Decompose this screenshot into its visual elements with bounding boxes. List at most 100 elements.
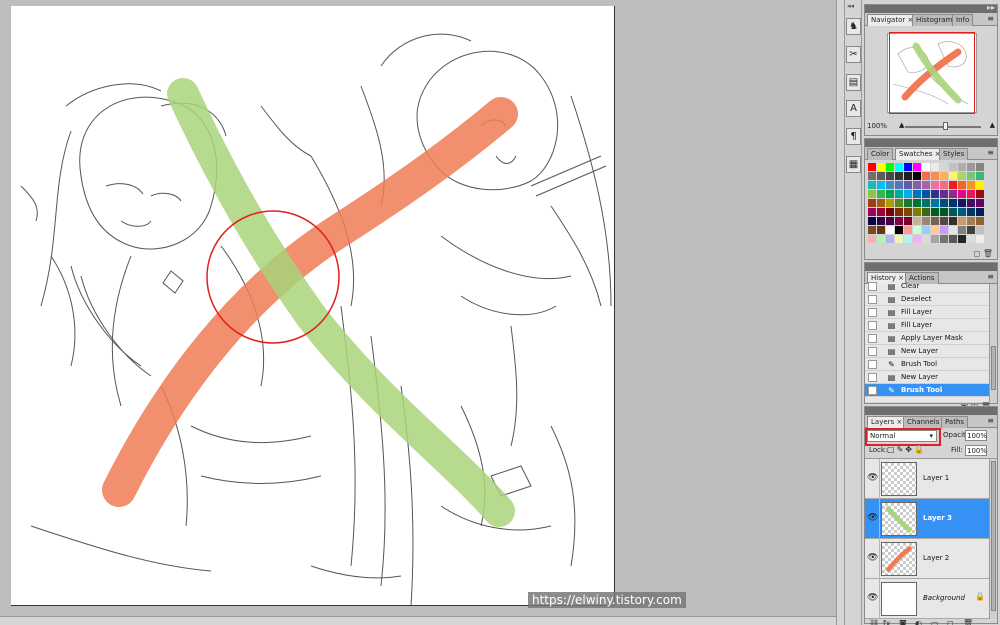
color-swatch[interactable] [895,163,904,172]
color-swatch[interactable] [904,190,913,199]
tools-icon[interactable]: ✂ [846,46,861,63]
color-swatch[interactable] [940,199,949,208]
history-source-checkbox[interactable] [868,386,877,395]
color-swatch[interactable] [868,235,877,244]
tab-color[interactable]: Color [867,148,894,160]
color-swatch[interactable] [922,172,931,181]
color-swatch[interactable] [949,190,958,199]
color-swatch[interactable] [868,217,877,226]
color-swatch[interactable] [913,172,922,181]
lock-pixels-icon[interactable]: ✎ [897,445,906,454]
color-swatch[interactable] [967,172,976,181]
color-swatch[interactable] [895,181,904,190]
history-source-checkbox[interactable] [868,360,877,369]
color-swatch[interactable] [940,235,949,244]
history-item[interactable]: ▤ Deselect [865,293,991,306]
color-swatch[interactable] [877,208,886,217]
expand-icon[interactable]: ▸▸ [987,3,995,12]
layer-row[interactable]: 👁 Background 🔒 [865,579,991,619]
lock-all-icon[interactable]: 🔒 [914,445,926,454]
color-swatch[interactable] [940,163,949,172]
color-swatch[interactable] [931,190,940,199]
color-swatch[interactable] [922,163,931,172]
color-swatch[interactable] [949,172,958,181]
color-swatch[interactable] [940,217,949,226]
layer-thumbnail[interactable] [881,462,917,496]
color-swatch[interactable] [922,208,931,217]
navigator-view-box[interactable] [889,32,975,114]
paragraph-icon[interactable]: ¶ [846,128,861,145]
zoom-level[interactable]: 100% [867,122,887,130]
history-source-checkbox[interactable] [868,308,877,317]
trash-icon[interactable]: 🗑 [963,619,973,625]
color-swatch[interactable] [913,217,922,226]
color-swatch[interactable] [895,208,904,217]
color-swatch[interactable] [904,172,913,181]
panel-header[interactable] [865,263,997,271]
layer-comps-icon[interactable]: ▤ [846,74,861,91]
history-scrollbar[interactable] [989,284,997,402]
color-swatch[interactable] [949,235,958,244]
color-swatch[interactable] [958,208,967,217]
color-swatch[interactable] [931,217,940,226]
color-swatch[interactable] [967,199,976,208]
color-swatch[interactable] [895,199,904,208]
navigator-preview[interactable] [865,26,997,120]
trash-icon[interactable]: 🗑 [983,249,993,258]
canvas-area[interactable]: https://elwiny.tistory.com [0,0,836,625]
color-swatch[interactable] [904,217,913,226]
color-swatch[interactable] [976,217,985,226]
color-swatch[interactable] [940,172,949,181]
color-swatch[interactable] [895,217,904,226]
history-item[interactable]: ✎ Brush Tool [865,358,991,371]
color-swatch[interactable] [949,163,958,172]
color-swatch[interactable] [886,217,895,226]
history-item[interactable]: ▤ Apply Layer Mask [865,332,991,345]
color-swatch[interactable] [949,217,958,226]
color-swatch[interactable] [886,172,895,181]
color-swatch[interactable] [913,190,922,199]
color-swatch[interactable] [931,163,940,172]
color-swatch[interactable] [886,208,895,217]
color-swatch[interactable] [976,235,985,244]
color-swatch[interactable] [886,226,895,235]
color-swatch[interactable] [886,235,895,244]
color-swatch[interactable] [940,190,949,199]
color-swatch[interactable] [931,226,940,235]
history-item[interactable]: ▤ Fill Layer [865,306,991,319]
color-swatch[interactable] [868,163,877,172]
color-swatch[interactable] [913,235,922,244]
color-swatch[interactable] [949,226,958,235]
color-swatch[interactable] [922,217,931,226]
color-swatch[interactable] [886,181,895,190]
color-swatch[interactable] [868,181,877,190]
color-swatch[interactable] [967,190,976,199]
color-swatch[interactable] [877,181,886,190]
color-swatch[interactable] [886,163,895,172]
color-swatch[interactable] [868,190,877,199]
color-swatch[interactable] [967,217,976,226]
color-swatch[interactable] [913,199,922,208]
color-swatch[interactable] [877,226,886,235]
color-swatch[interactable] [922,181,931,190]
document-canvas[interactable] [11,6,615,606]
color-swatch[interactable] [886,190,895,199]
visibility-eye-icon[interactable]: 👁 [867,473,878,483]
color-swatch[interactable] [976,199,985,208]
tab-styles[interactable]: Styles [939,148,969,160]
color-swatch[interactable] [976,181,985,190]
history-item[interactable]: ▤ New Layer [865,371,991,384]
color-swatch[interactable] [895,172,904,181]
color-swatch[interactable] [967,208,976,217]
color-swatch[interactable] [877,163,886,172]
color-swatch[interactable] [976,208,985,217]
color-swatch[interactable] [904,163,913,172]
color-swatch[interactable] [931,172,940,181]
color-swatch[interactable] [868,199,877,208]
history-item[interactable]: ▤ Clear [865,280,991,293]
color-swatch[interactable] [877,190,886,199]
panel-menu-icon[interactable]: ≡ [987,14,994,23]
panel-menu-icon[interactable]: ≡ [987,416,994,425]
visibility-eye-icon[interactable]: 👁 [867,593,878,603]
layers-scroll-thumb[interactable] [991,461,996,611]
